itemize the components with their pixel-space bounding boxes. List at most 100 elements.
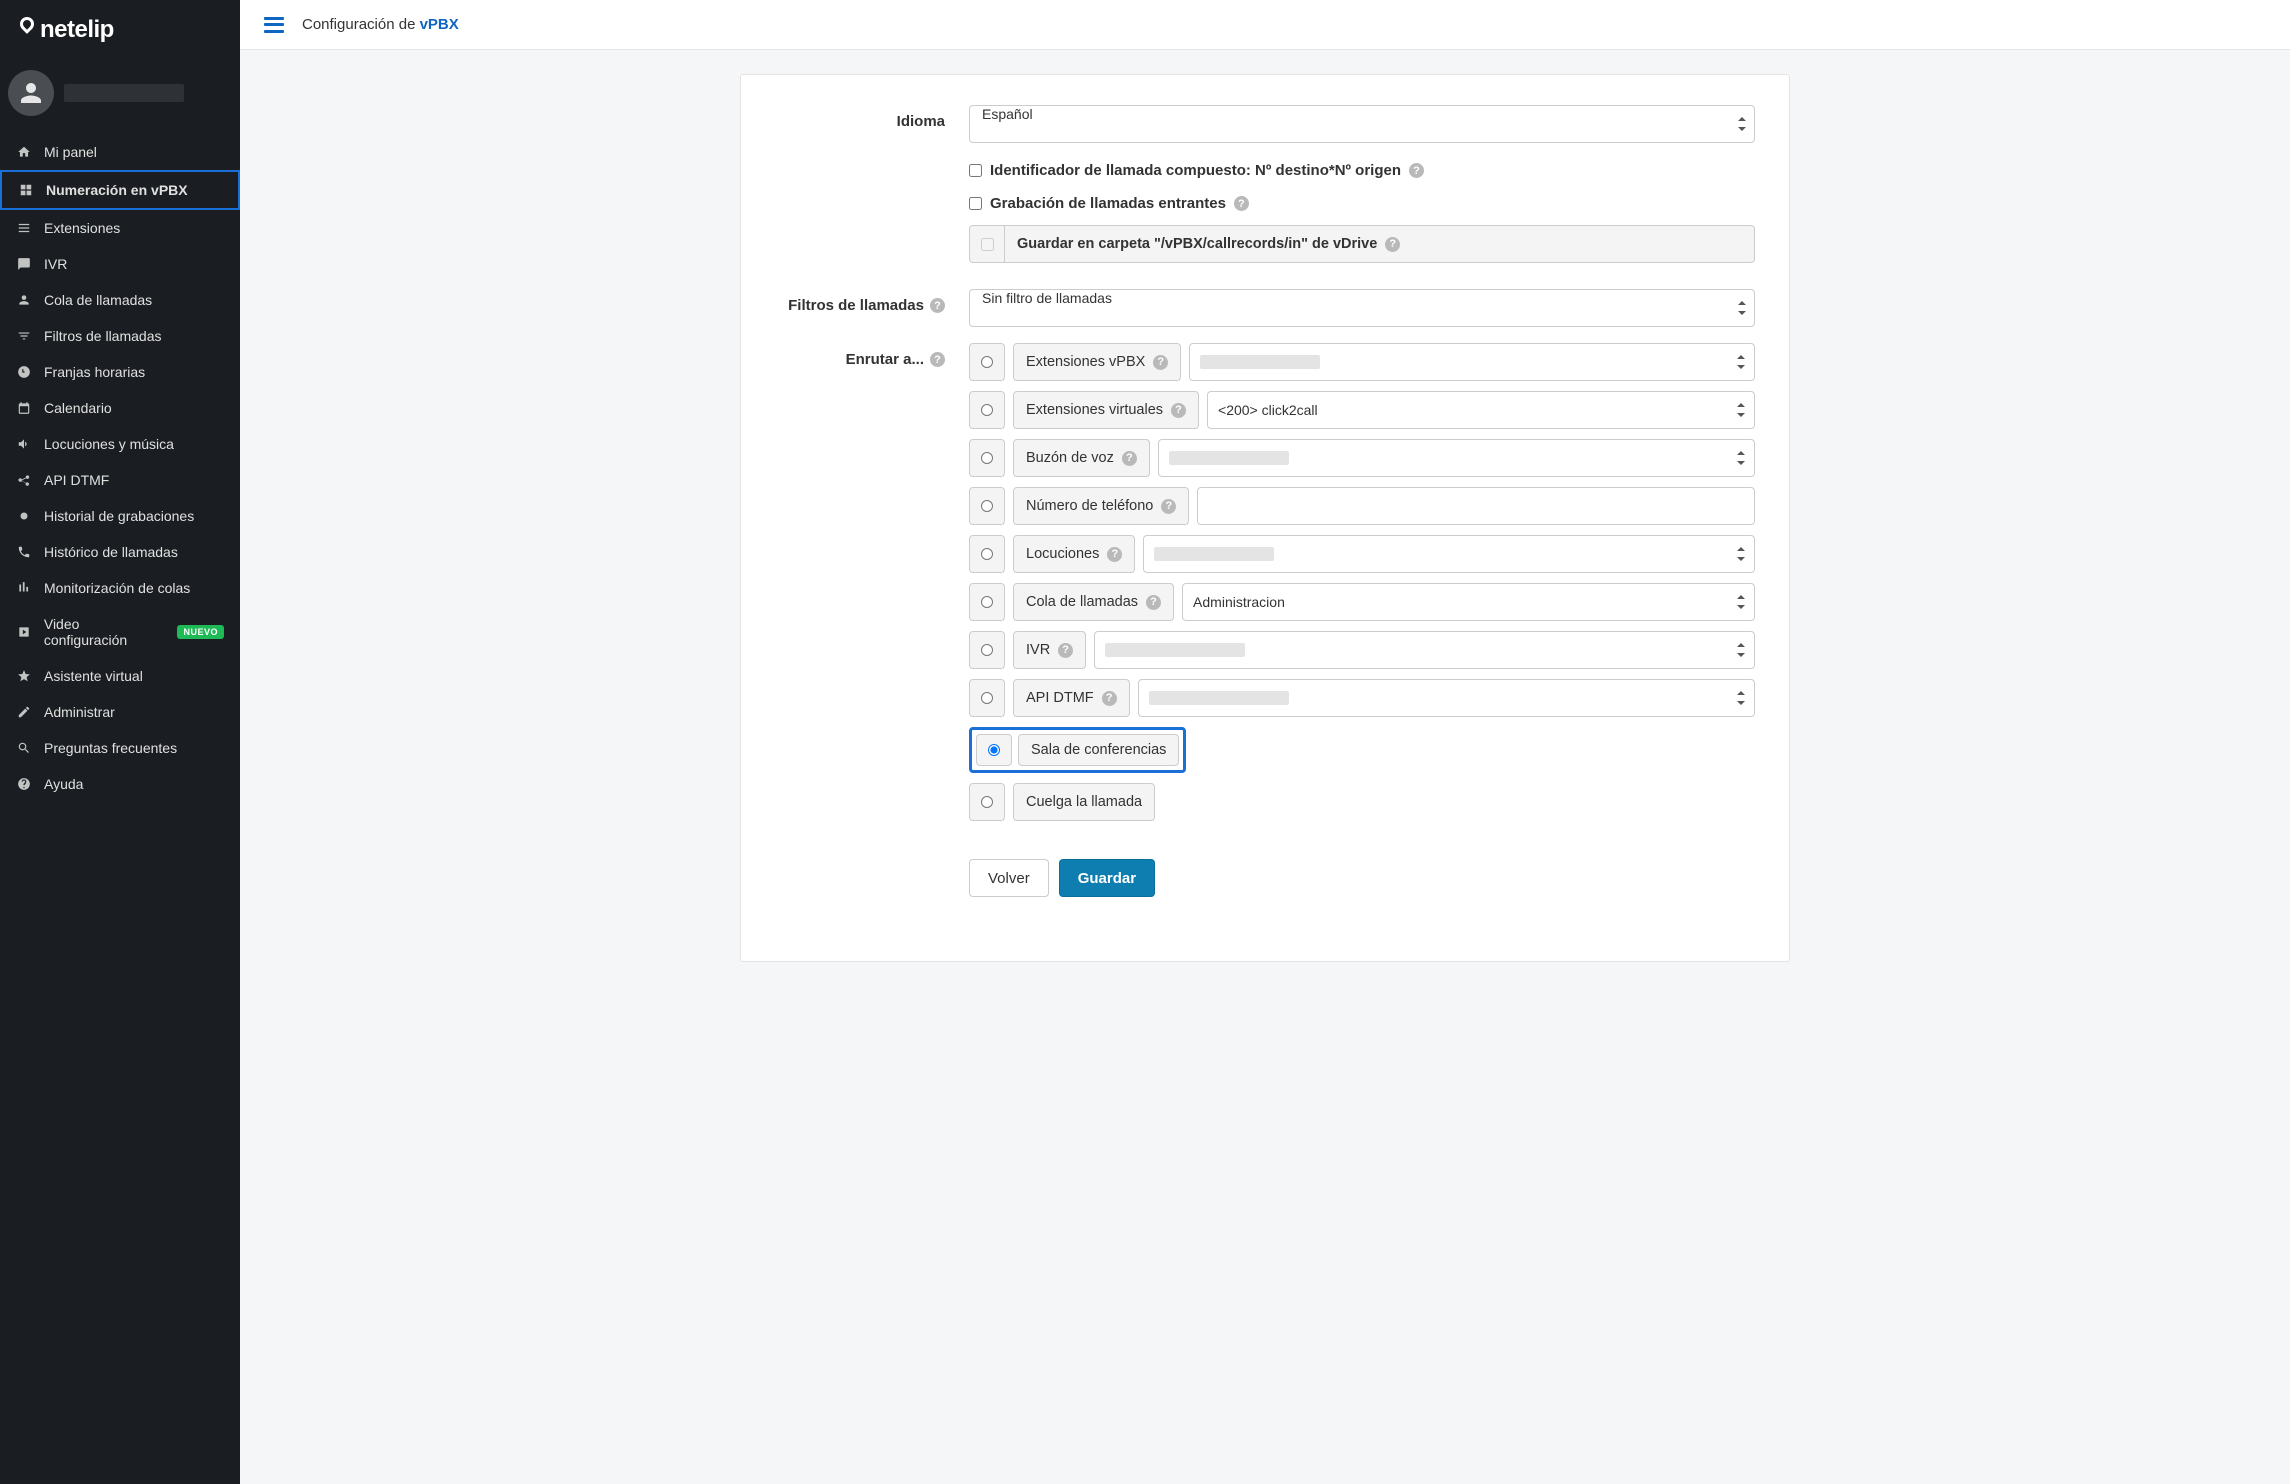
- nav-label: Preguntas frecuentes: [44, 740, 177, 756]
- help-icon[interactable]: ?: [1153, 355, 1168, 370]
- nav-label: API DTMF: [44, 472, 109, 488]
- nav-extensiones[interactable]: Extensiones: [0, 210, 240, 246]
- route-label: Cola de llamadas?: [1013, 583, 1174, 621]
- guardar-carpeta-text: Guardar en carpeta "/vPBX/callrecords/in…: [1017, 236, 1377, 252]
- nav-calendario[interactable]: Calendario: [0, 390, 240, 426]
- route-select-ext-vpbx[interactable]: [1189, 343, 1755, 381]
- help-icon[interactable]: ?: [1234, 196, 1249, 211]
- route-api-dtmf: API DTMF?: [969, 679, 1755, 717]
- filtros-select[interactable]: Sin filtro de llamadas: [969, 289, 1755, 327]
- label-idioma: Idioma: [775, 105, 945, 130]
- route-label: Cuelga la llamada: [1013, 783, 1155, 821]
- route-value: Administracion: [1193, 594, 1285, 610]
- checkbox-input[interactable]: [969, 197, 982, 210]
- nav-label: Administrar: [44, 704, 115, 720]
- nav-historial-grabaciones[interactable]: Historial de grabaciones: [0, 498, 240, 534]
- filtros-value: Sin filtro de llamadas: [982, 290, 1112, 306]
- checkbox-input: [981, 238, 994, 251]
- hamburger-icon[interactable]: [264, 17, 284, 33]
- nav-locuciones-musica[interactable]: Locuciones y música: [0, 426, 240, 462]
- help-icon[interactable]: ?: [1161, 499, 1176, 514]
- nav-historico-llamadas[interactable]: Histórico de llamadas: [0, 534, 240, 570]
- user-icon: [16, 292, 32, 308]
- route-select-buzon[interactable]: [1158, 439, 1755, 477]
- avatar[interactable]: [8, 70, 54, 116]
- route-radio[interactable]: [981, 596, 993, 608]
- route-select-ivr[interactable]: [1094, 631, 1755, 669]
- route-label: Sala de conferencias: [1018, 734, 1179, 766]
- nav-numeracion-vpbx[interactable]: Numeración en vPBX: [0, 170, 240, 210]
- nav-ivr[interactable]: IVR: [0, 246, 240, 282]
- brand-logo: netelip: [0, 0, 240, 56]
- nav-administrar[interactable]: Administrar: [0, 694, 240, 730]
- route-cuelga: Cuelga la llamada: [969, 783, 1155, 821]
- route-ivr: IVR?: [969, 631, 1755, 669]
- nav-api-dtmf[interactable]: API DTMF: [0, 462, 240, 498]
- video-icon: [16, 624, 32, 640]
- route-select-ext-virtuales[interactable]: <200> click2call: [1207, 391, 1755, 429]
- edit-icon: [16, 704, 32, 720]
- checkbox-label: Identificador de llamada compuesto: Nº d…: [990, 162, 1401, 179]
- checkbox-input[interactable]: [969, 164, 982, 177]
- volver-button[interactable]: Volver: [969, 859, 1049, 897]
- route-radio[interactable]: [981, 692, 993, 704]
- route-label: Número de teléfono?: [1013, 487, 1189, 525]
- nav-asistente-virtual[interactable]: Asistente virtual: [0, 658, 240, 694]
- route-radio[interactable]: [981, 500, 993, 512]
- nav-video-configuracion[interactable]: Video configuraciónNUEVO: [0, 606, 240, 658]
- nav-preguntas-frecuentes[interactable]: Preguntas frecuentes: [0, 730, 240, 766]
- checkbox-grabacion[interactable]: Grabación de llamadas entrantes ?: [969, 192, 1755, 215]
- nav-label: Filtros de llamadas: [44, 328, 162, 344]
- route-select-cola[interactable]: Administracion: [1182, 583, 1755, 621]
- nav-ayuda[interactable]: Ayuda: [0, 766, 240, 802]
- nav-franjas-horarias[interactable]: Franjas horarias: [0, 354, 240, 390]
- help-icon[interactable]: ?: [1146, 595, 1161, 610]
- chevron-updown-icon: [1736, 355, 1746, 369]
- route-radio[interactable]: [988, 744, 1000, 756]
- guardar-carpeta-label: Guardar en carpeta "/vPBX/callrecords/in…: [1005, 225, 1755, 263]
- home-icon: [16, 144, 32, 160]
- route-select-api-dtmf[interactable]: [1138, 679, 1755, 717]
- nav-monitorizacion-colas[interactable]: Monitorización de colas: [0, 570, 240, 606]
- username-placeholder: [64, 84, 184, 102]
- route-radio[interactable]: [981, 548, 993, 560]
- route-cola: Cola de llamadas? Administracion: [969, 583, 1755, 621]
- search-icon: [16, 740, 32, 756]
- checkbox-addon[interactable]: [969, 225, 1005, 263]
- checkbox-id-compuesto[interactable]: Identificador de llamada compuesto: Nº d…: [969, 159, 1755, 182]
- route-radio[interactable]: [981, 644, 993, 656]
- help-icon[interactable]: ?: [1058, 643, 1073, 658]
- help-icon[interactable]: ?: [930, 352, 945, 367]
- value-placeholder: [1105, 643, 1245, 657]
- route-radio[interactable]: [981, 356, 993, 368]
- route-radio[interactable]: [981, 452, 993, 464]
- nav-label: Cola de llamadas: [44, 292, 152, 308]
- value-placeholder: [1149, 691, 1289, 705]
- chevron-updown-icon: [1736, 643, 1746, 657]
- route-value: <200> click2call: [1218, 402, 1318, 418]
- route-radio[interactable]: [981, 404, 993, 416]
- nav-list: Mi panel Numeración en vPBX Extensiones …: [0, 134, 240, 802]
- chevron-updown-icon: [1736, 403, 1746, 417]
- share-icon: [16, 472, 32, 488]
- route-label: Extensiones vPBX?: [1013, 343, 1181, 381]
- label-filtros: Filtros de llamadas?: [775, 289, 945, 314]
- route-input-telefono[interactable]: [1197, 487, 1755, 525]
- guardar-button[interactable]: Guardar: [1059, 859, 1155, 897]
- nav-cola-llamadas[interactable]: Cola de llamadas: [0, 282, 240, 318]
- route-select-locuciones[interactable]: [1143, 535, 1755, 573]
- help-icon[interactable]: ?: [1122, 451, 1137, 466]
- help-icon[interactable]: ?: [1102, 691, 1117, 706]
- nav-mi-panel[interactable]: Mi panel: [0, 134, 240, 170]
- route-radio[interactable]: [981, 796, 993, 808]
- help-icon[interactable]: ?: [1107, 547, 1122, 562]
- idioma-select[interactable]: Español: [969, 105, 1755, 143]
- help-icon[interactable]: ?: [1171, 403, 1186, 418]
- help-icon[interactable]: ?: [930, 298, 945, 313]
- help-icon: [16, 776, 32, 792]
- phone-icon: [16, 544, 32, 560]
- value-placeholder: [1169, 451, 1289, 465]
- help-icon[interactable]: ?: [1385, 237, 1400, 252]
- help-icon[interactable]: ?: [1409, 163, 1424, 178]
- nav-filtros-llamadas[interactable]: Filtros de llamadas: [0, 318, 240, 354]
